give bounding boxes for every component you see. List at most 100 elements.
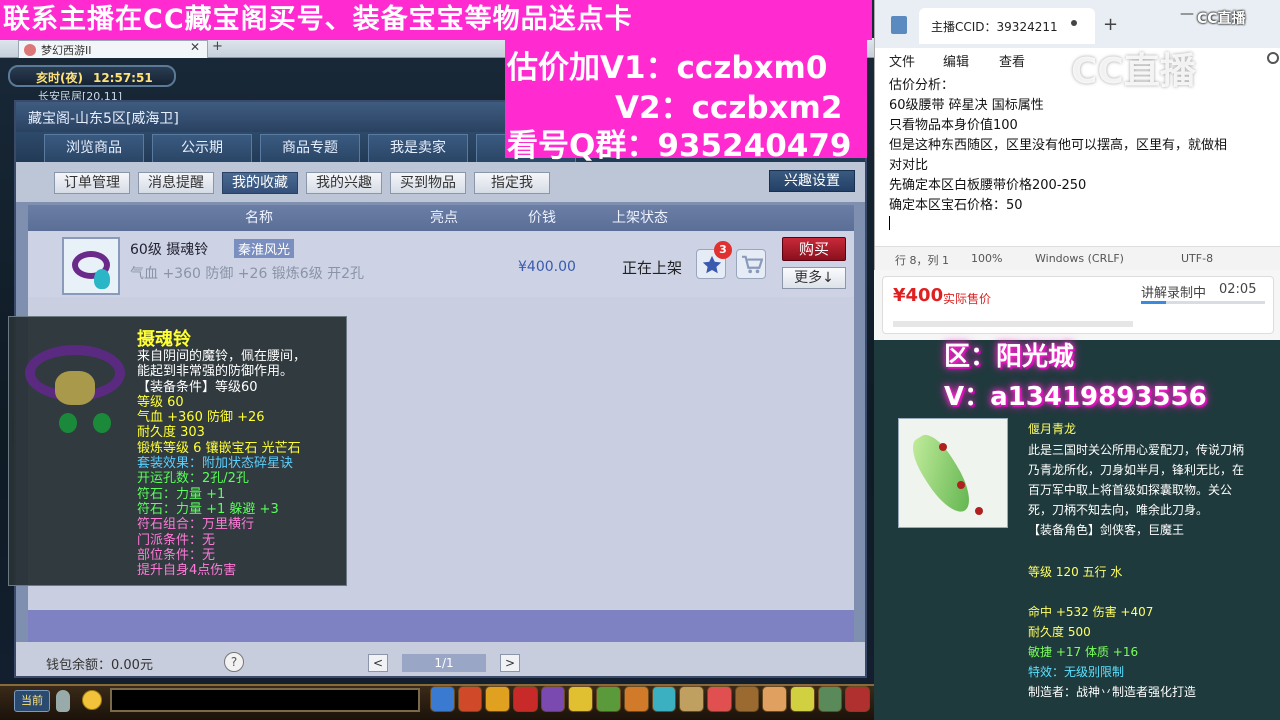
notepad-titlebar: 主播CCID：39324211 + — CC直播 — [875, 0, 1280, 48]
notepad-tab-title: 主播CCID：39324211 — [931, 20, 1058, 34]
list-footer-bar — [28, 610, 854, 642]
tab-topics[interactable]: 商品专题 — [260, 134, 360, 162]
weapon-stats: 等级 120 五行 水 命中 +532 伤害 +407 耐久度 500 敏捷 +17… — [1028, 562, 1196, 702]
tab-publicity[interactable]: 公示期 — [152, 134, 252, 162]
col-name: 名称 — [245, 210, 273, 226]
hotbar-slot[interactable] — [457, 686, 483, 712]
notepad-tab[interactable]: 主播CCID：39324211 — [919, 8, 1095, 44]
hotbar-slot[interactable] — [430, 686, 455, 712]
tooltip-line: 气血 +360 防御 +26 — [137, 410, 265, 426]
tooltip-line: 符石：力量 +1 躲避 +3 — [137, 501, 279, 517]
new-tab-icon[interactable]: + — [1103, 14, 1118, 35]
hotbar-slot[interactable] — [651, 686, 677, 712]
item-thumbnail[interactable] — [62, 237, 120, 295]
tooltip-line: 耐久度 303 — [137, 425, 205, 441]
prev-page-button[interactable]: < — [368, 654, 388, 672]
tooltip-line: 开运孔数：2孔/2孔 — [137, 471, 249, 487]
next-page-button[interactable]: > — [500, 654, 520, 672]
col-highlight: 亮点 — [430, 210, 458, 226]
notepad-line: 对对比 — [889, 158, 929, 173]
menu-view[interactable]: 查看 — [999, 51, 1025, 70]
hotbar-slot[interactable] — [679, 686, 704, 712]
favorite-count-badge: 3 — [714, 241, 732, 259]
purchased-items-button[interactable]: 买到物品 — [390, 172, 466, 194]
contact-v1: 估价加V1：cczbxm0 — [507, 50, 828, 86]
recording-progress-fill — [1141, 301, 1166, 304]
close-icon[interactable]: ✕ — [190, 40, 200, 54]
menu-edit[interactable]: 编辑 — [943, 51, 969, 70]
recording-label: 讲解录制中 — [1141, 286, 1207, 301]
hotbar-slot[interactable] — [623, 686, 649, 712]
cart-icon — [742, 255, 763, 274]
help-button[interactable]: ? — [224, 652, 244, 672]
minimize-icon[interactable]: — — [1180, 6, 1194, 22]
hotbar-slot[interactable] — [789, 686, 815, 712]
hotbar-slot[interactable] — [568, 686, 594, 712]
weapon-desc-line: 百万军中取上将首级如探囊取物。关公 — [1028, 483, 1233, 497]
add-tab-icon[interactable]: + — [212, 39, 223, 54]
weapon-stat-line: 命中 +532 伤害 +407 — [1028, 605, 1154, 619]
hotbar-slot[interactable] — [485, 686, 511, 712]
item-stats: 气血 +360 防御 +26 锻炼6级 开2孔 — [130, 266, 365, 282]
interest-settings-button[interactable]: 兴趣设置 — [769, 170, 855, 192]
unsaved-dot-icon[interactable] — [1071, 20, 1077, 26]
recording-progress-bar — [1141, 301, 1265, 304]
cc-logo: CC直播 — [1197, 11, 1246, 27]
more-button[interactable]: 更多↓ — [782, 267, 846, 289]
header-spacer — [28, 205, 124, 231]
hotbar-slot[interactable] — [817, 686, 843, 712]
notepad-line — [889, 216, 1280, 237]
designated-me-button[interactable]: 指定我 — [474, 172, 550, 194]
weapon-stat-line: 特效：无级别限制 — [1028, 665, 1125, 679]
tooltip-line: 能起到非常强的防御作用。 — [137, 364, 294, 380]
chat-input[interactable] — [110, 688, 420, 712]
notepad-window: 主播CCID：39324211 + — CC直播 文件 编辑 查看 估价分析： 6… — [874, 0, 1280, 270]
buy-button[interactable]: 购买 — [782, 237, 846, 261]
menu-file[interactable]: 文件 — [889, 51, 915, 70]
gear-icon[interactable] — [1267, 52, 1279, 64]
tooltip-line: 来自阴间的魔铃，佩在腰间， — [137, 349, 307, 364]
placeholder-line — [893, 321, 1133, 327]
item-name[interactable]: 60级 摄魂铃 — [130, 239, 208, 259]
weapon-desc-line: 乃青龙所化，刀身如半月，锋利无比，在 — [1028, 463, 1245, 477]
blade-spot — [939, 443, 947, 451]
col-status: 上架状态 — [612, 210, 668, 226]
emoji-icon[interactable] — [82, 690, 102, 710]
table-row[interactable]: 60级 摄魂铃 秦淮风光 气血 +360 防御 +26 锻炼6级 开2孔 ¥40… — [28, 231, 854, 297]
hotbar-slot[interactable] — [734, 686, 760, 712]
hotbar-slot[interactable] — [845, 686, 870, 712]
cart-button[interactable] — [736, 249, 766, 279]
my-interests-button[interactable]: 我的兴趣 — [306, 172, 382, 194]
wallet-balance: 钱包余额：0.00元 — [46, 658, 153, 673]
tooltip-line: 符石：力量 +1 — [137, 486, 226, 502]
sale-price-label: 实际售价 — [943, 292, 992, 306]
game-client-tab[interactable]: 梦幻西游II — [18, 40, 208, 58]
message-reminder-button[interactable]: 消息提醒 — [138, 172, 214, 194]
notepad-statusbar: 行 8，列 1 100% Windows (CRLF) UTF-8 — [875, 246, 1280, 270]
hotbar-slot[interactable] — [540, 686, 566, 712]
microphone-icon[interactable] — [56, 690, 70, 712]
page-indicator: 1/1 — [402, 654, 486, 672]
tab-seller[interactable]: 我是卖家 — [368, 134, 468, 162]
notepad-app-icon — [891, 16, 907, 34]
hotbar-slot[interactable] — [762, 686, 787, 712]
gem-icon — [94, 269, 110, 289]
notepad-line: 确定本区宝石价格：50 — [889, 198, 1023, 213]
bell-bead — [59, 413, 77, 433]
promo-banner: 联系主播在CC藏宝阁买号、装备宝宝等物品送点卡 — [0, 0, 872, 40]
my-favorites-button[interactable]: 我的收藏 — [222, 172, 298, 194]
notepad-line: 但是这种东西随区，区里没有他可以摆高，区里有，就做相 — [889, 138, 1228, 153]
table-header: 名称 亮点 价钱 上架状态 — [28, 205, 854, 231]
tooltip-title: 摄魂铃 — [137, 329, 191, 350]
weapon-stat-line: 制造者：战神丷制造者强化打造 — [1028, 685, 1197, 699]
hotbar-slot[interactable] — [706, 686, 732, 712]
hotbar-slot[interactable] — [513, 686, 538, 712]
bell-face — [55, 371, 95, 405]
game-tab-title: 梦幻西游II — [41, 44, 92, 57]
hotbar-slot[interactable] — [596, 686, 621, 712]
tooltip-line: 锻炼等级 6 镶嵌宝石 光芒石 — [137, 440, 301, 456]
notepad-text-area[interactable]: 估价分析： 60级腰带 碎星决 国标属性 只看物品本身价值100 但是这种东西随区，区… — [889, 76, 1280, 238]
channel-button[interactable]: 当前 — [14, 690, 50, 712]
tab-browse[interactable]: 浏览商品 — [44, 134, 144, 162]
order-management-button[interactable]: 订单管理 — [54, 172, 130, 194]
